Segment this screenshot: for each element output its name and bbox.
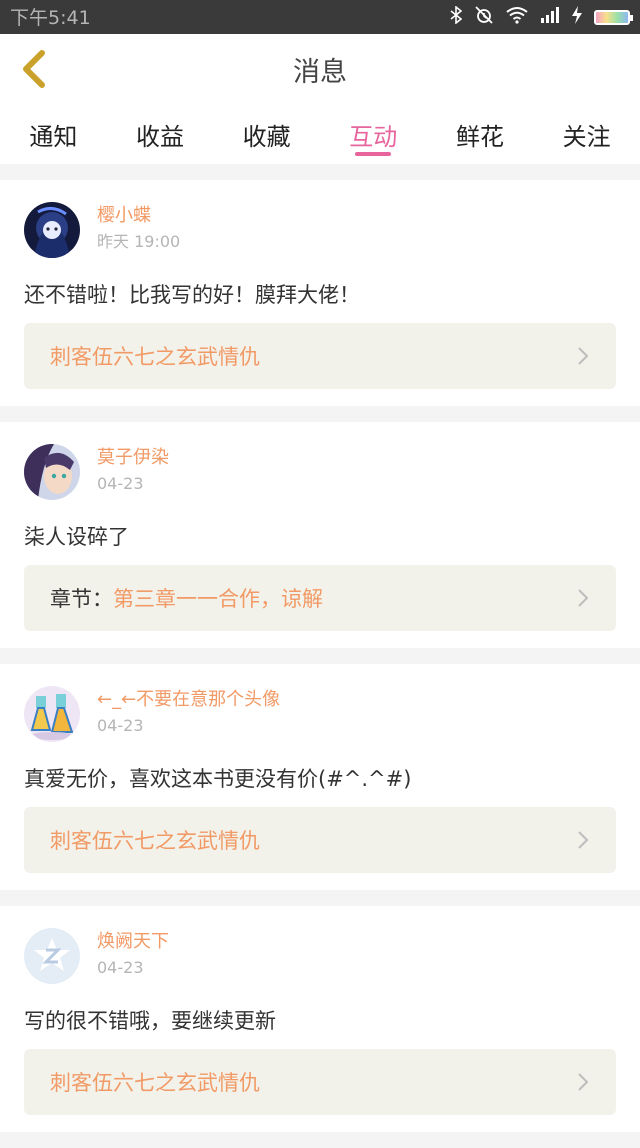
tab-interactions[interactable]: 互动: [343, 104, 403, 164]
chapter-link[interactable]: 章节：第三章一一合作，谅解: [24, 565, 616, 631]
charging-icon: [572, 5, 582, 29]
user-info: ←_←不要在意那个头像 04-23: [97, 686, 280, 738]
message-card: 樱小蝶 昨天 19:00 还不错啦！比我写的好！膜拜大佬！ 刺客伍六七之玄武情仇: [0, 180, 640, 406]
username[interactable]: 莫子伊染: [97, 446, 169, 470]
comment-text: 还不错啦！比我写的好！膜拜大佬！: [24, 283, 360, 307]
book-link[interactable]: 刺客伍六七之玄武情仇: [24, 1049, 616, 1115]
avatar[interactable]: [24, 202, 80, 258]
page-title: 消息: [293, 56, 347, 88]
avatar[interactable]: [24, 928, 80, 984]
user-info: 莫子伊染 04-23: [97, 444, 169, 496]
timestamp: 04-23: [97, 474, 144, 493]
user-row: 焕阙天下 04-23: [24, 928, 616, 988]
tab-favorites[interactable]: 收藏: [237, 104, 297, 164]
book-link-text: 刺客伍六七之玄武情仇: [50, 825, 260, 855]
tab-label: 收藏: [242, 122, 291, 151]
battery-icon: [594, 9, 633, 25]
message-card: ←_←不要在意那个头像 04-23 真爱无价，喜欢这本书更没有价(#^.^#) …: [0, 664, 640, 890]
nav-bar: 消息: [0, 34, 640, 105]
tab-label: 鲜花: [455, 122, 504, 151]
message-card: 莫子伊染 04-23 柒人设碎了 章节：第三章一一合作，谅解: [0, 422, 640, 648]
user-row: ←_←不要在意那个头像 04-23: [24, 686, 616, 746]
tab-label: 收益: [135, 122, 184, 151]
tab-following[interactable]: 关注: [557, 104, 617, 164]
timestamp: 04-23: [97, 716, 144, 735]
comment-text: 写的很不错哦，要继续更新: [24, 1009, 276, 1033]
avatar[interactable]: [24, 686, 80, 742]
link-title: 刺客伍六七之玄武情仇: [50, 829, 260, 853]
chevron-right-icon: [578, 1073, 589, 1091]
message-card: 焕阙天下 04-23 写的很不错哦，要继续更新 刺客伍六七之玄武情仇: [0, 906, 640, 1132]
alarm-off-icon: [474, 5, 494, 30]
wifi-icon: [506, 6, 528, 29]
bluetooth-icon: [450, 4, 463, 29]
comment-text: 真爱无价，喜欢这本书更没有价(#^.^#): [24, 767, 412, 791]
book-link[interactable]: 刺客伍六七之玄武情仇: [24, 807, 616, 873]
timestamp: 04-23: [97, 958, 144, 977]
status-icons: [450, 4, 633, 30]
book-link-text: 刺客伍六七之玄武情仇: [50, 1067, 260, 1097]
chevron-left-icon: [23, 50, 45, 88]
tab-earnings[interactable]: 收益: [130, 104, 190, 164]
tab-label: 通知: [29, 122, 78, 151]
message-list: 樱小蝶 昨天 19:00 还不错啦！比我写的好！膜拜大佬！ 刺客伍六七之玄武情仇: [0, 180, 640, 1148]
link-title: 第三章一一合作，谅解: [113, 587, 323, 611]
username[interactable]: ←_←不要在意那个头像: [97, 688, 280, 712]
link-title: 刺客伍六七之玄武情仇: [50, 345, 260, 369]
user-info: 樱小蝶 昨天 19:00: [97, 202, 180, 254]
status-time: 下午5:41: [10, 7, 91, 29]
chevron-right-icon: [578, 831, 589, 849]
tab-label: 关注: [562, 122, 611, 151]
timestamp: 昨天 19:00: [97, 232, 181, 251]
link-title: 刺客伍六七之玄武情仇: [50, 1071, 260, 1095]
username[interactable]: 樱小蝶: [97, 204, 180, 228]
chevron-right-icon: [578, 589, 589, 607]
link-prefix: 章节：: [50, 587, 113, 611]
tab-flowers[interactable]: 鲜花: [450, 104, 510, 164]
user-row: 樱小蝶 昨天 19:00: [24, 202, 616, 262]
chapter-link-text: 章节：第三章一一合作，谅解: [50, 583, 323, 613]
tab-bar: 通知 收益 收藏 互动 鲜花 关注: [0, 104, 640, 164]
comment-text: 柒人设碎了: [24, 525, 129, 549]
tab-label: 互动: [349, 122, 398, 151]
book-link[interactable]: 刺客伍六七之玄武情仇: [24, 323, 616, 389]
user-info: 焕阙天下 04-23: [97, 928, 169, 980]
avatar[interactable]: [24, 444, 80, 500]
username[interactable]: 焕阙天下: [97, 930, 169, 954]
chevron-right-icon: [578, 347, 589, 365]
status-bar: 下午5:41: [0, 0, 640, 34]
user-row: 莫子伊染 04-23: [24, 444, 616, 504]
back-button[interactable]: [14, 48, 54, 90]
book-link-text: 刺客伍六七之玄武情仇: [50, 341, 260, 371]
signal-icon: [540, 6, 560, 28]
tab-notifications[interactable]: 通知: [23, 104, 83, 164]
